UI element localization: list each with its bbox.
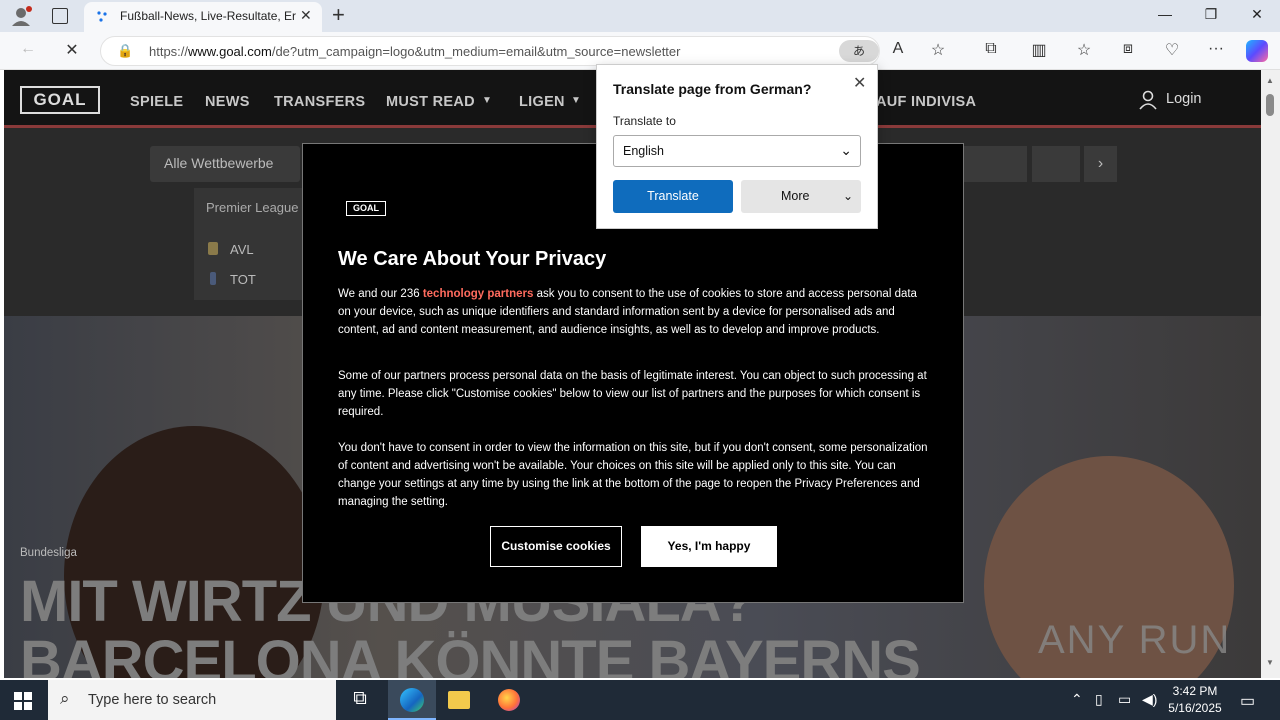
network-icon[interactable]: ▭ bbox=[1118, 691, 1131, 708]
volume-icon[interactable]: ◀) bbox=[1142, 691, 1157, 708]
read-aloud-icon[interactable]: A bbox=[886, 40, 910, 58]
customise-cookies-button[interactable]: Customise cookies bbox=[490, 526, 622, 567]
windows-start-icon[interactable] bbox=[14, 692, 32, 710]
tab-title: Fußball-News, Live-Resultate, Erg bbox=[120, 9, 296, 23]
translate-button[interactable]: Translate bbox=[613, 180, 733, 213]
profile-icon[interactable] bbox=[10, 6, 32, 26]
chevron-down-icon: ⌄ bbox=[842, 189, 853, 203]
language-select[interactable]: English ⌄ bbox=[613, 135, 861, 167]
nav-spiele[interactable]: SPIELE bbox=[130, 94, 183, 110]
competition-select[interactable]: Alle Wettbewerbe bbox=[150, 146, 300, 182]
lock-icon[interactable]: 🔒 bbox=[117, 43, 133, 59]
url-text[interactable]: https://www.goal.com/de?utm_campaign=log… bbox=[149, 44, 680, 59]
article-category[interactable]: Bundesliga bbox=[20, 547, 77, 559]
team-name: TOT bbox=[230, 272, 256, 287]
firefox-icon[interactable] bbox=[498, 689, 520, 711]
loading-icon bbox=[96, 10, 110, 24]
taskbar-search[interactable]: ⌕ Type here to search bbox=[48, 680, 336, 720]
more-button[interactable]: More ⌄ bbox=[741, 180, 861, 213]
new-tab-button[interactable]: + bbox=[332, 2, 345, 28]
translate-title: Translate page from German? bbox=[613, 81, 812, 97]
translate-to-label: Translate to bbox=[613, 114, 676, 128]
accept-cookies-button[interactable]: Yes, I'm happy bbox=[641, 526, 777, 567]
article-headline[interactable]: BARCELONA KÖNNTE BAYERNS bbox=[20, 628, 921, 678]
favorites-icon[interactable]: ☆ bbox=[1072, 40, 1096, 60]
address-bar[interactable]: 🔒 https://www.goal.com/de?utm_campaign=l… bbox=[100, 36, 880, 66]
restore-icon[interactable]: ❐ bbox=[1196, 6, 1226, 23]
copilot-icon[interactable] bbox=[1246, 40, 1268, 62]
favorite-icon[interactable]: ☆ bbox=[926, 40, 950, 60]
technology-partners-link[interactable]: technology partners bbox=[423, 288, 534, 300]
device-icon[interactable]: ▯ bbox=[1095, 691, 1103, 708]
dialog-title: We Care About Your Privacy bbox=[338, 248, 607, 270]
split-screen-icon[interactable]: ▥ bbox=[1027, 40, 1051, 60]
legitimate-interest-paragraph: Some of our partners process personal da… bbox=[338, 370, 927, 418]
scrollbar[interactable]: ▲ ▼ bbox=[1261, 70, 1280, 678]
login-link[interactable]: Login bbox=[1166, 91, 1201, 107]
translate-popup: Translate page from German? ✕ Translate … bbox=[596, 64, 878, 229]
consent-paragraph: We and our 236 technology partners ask y… bbox=[338, 288, 917, 336]
team-crest-icon bbox=[208, 242, 218, 255]
extensions-icon[interactable]: ⧉ bbox=[979, 40, 1003, 58]
team-name: AVL bbox=[230, 242, 254, 257]
competition-tab[interactable] bbox=[1032, 146, 1080, 182]
tab-actions-icon[interactable] bbox=[52, 8, 68, 24]
clock[interactable]: 3:42 PM 5/16/2025 bbox=[1162, 683, 1228, 717]
search-placeholder: Type here to search bbox=[88, 692, 217, 708]
browser-tab[interactable]: Fußball-News, Live-Resultate, Erg ✕ bbox=[84, 2, 322, 32]
site-logo[interactable]: GOAL bbox=[20, 86, 100, 114]
search-icon: ⌕ bbox=[60, 689, 70, 708]
league-title: Premier League bbox=[206, 200, 299, 215]
close-window-icon[interactable]: ✕ bbox=[1242, 6, 1272, 23]
consent-info-paragraph: You don't have to consent in order to vi… bbox=[338, 442, 928, 508]
title-bar: Fußball-News, Live-Resultate, Erg ✕ + — … bbox=[0, 0, 1280, 32]
minimize-icon[interactable]: — bbox=[1150, 6, 1180, 22]
taskbar: ⌕ Type here to search ⧉ ⌃ ▯ ▭ ◀) 3:42 PM… bbox=[0, 680, 1280, 720]
league-card[interactable]: Premier League AVL TOT bbox=[194, 188, 304, 300]
nav-ligen[interactable]: LIGEN bbox=[519, 94, 565, 110]
stop-loading-icon[interactable]: ✕ bbox=[60, 40, 84, 60]
translate-icon[interactable]: あ bbox=[839, 40, 879, 62]
anyrun-watermark: ANY RUN bbox=[1038, 618, 1232, 662]
task-view-icon[interactable]: ⧉ bbox=[340, 688, 380, 710]
back-icon[interactable]: ← bbox=[16, 40, 40, 58]
nav-transfers[interactable]: TRANSFERS bbox=[274, 94, 365, 110]
edge-taskbar-icon[interactable] bbox=[388, 680, 436, 720]
more-icon[interactable]: ··· bbox=[1204, 40, 1228, 58]
scrollbar-thumb[interactable] bbox=[1266, 94, 1274, 116]
scroll-up-icon[interactable]: ▲ bbox=[1266, 76, 1274, 85]
chevron-down-icon: ▼ bbox=[482, 95, 492, 106]
notification-icon[interactable]: ▭ bbox=[1240, 691, 1255, 711]
team-crest-icon bbox=[210, 272, 216, 285]
browser-essentials-icon[interactable]: ♡ bbox=[1160, 40, 1184, 60]
chevron-down-icon: ⌄ bbox=[840, 142, 852, 158]
close-icon[interactable]: ✕ bbox=[853, 73, 866, 93]
user-icon[interactable] bbox=[1138, 90, 1158, 110]
nav-must-read[interactable]: MUST READ bbox=[386, 94, 475, 110]
show-hidden-icons[interactable]: ⌃ bbox=[1071, 691, 1083, 708]
file-explorer-icon[interactable] bbox=[448, 691, 470, 709]
scroll-down-icon[interactable]: ▼ bbox=[1266, 658, 1274, 667]
collections-icon[interactable]: ⧈ bbox=[1116, 40, 1140, 58]
chevron-right-icon[interactable]: › bbox=[1084, 146, 1117, 182]
dialog-logo: GOAL bbox=[346, 201, 386, 216]
nav-news[interactable]: NEWS bbox=[205, 94, 250, 110]
close-tab-icon[interactable]: ✕ bbox=[300, 7, 312, 24]
chevron-down-icon: ▼ bbox=[571, 95, 581, 106]
nav-auf-indivisa[interactable]: AUF INDIVISA bbox=[876, 94, 976, 110]
